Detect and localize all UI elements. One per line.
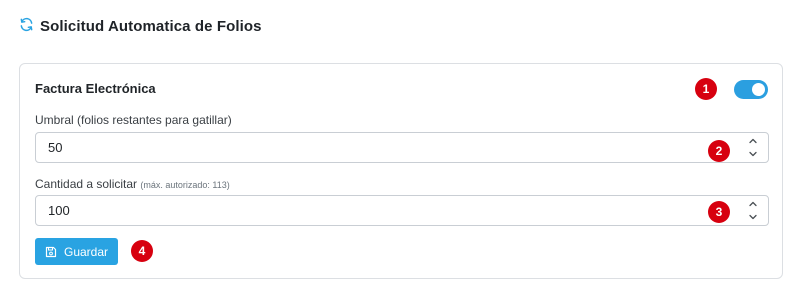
save-button[interactable]: Guardar [35,238,118,265]
step-badge-1: 1 [695,78,717,100]
page-title: Solicitud Automatica de Folios [40,17,262,35]
save-icon [45,246,57,257]
chevron-up-icon[interactable] [748,199,758,209]
step-badge-2: 2 [708,140,730,162]
refresh-icon [20,17,33,31]
save-button-label: Guardar [64,244,109,259]
enable-toggle[interactable] [734,80,768,99]
quantity-label-text: Cantidad a solicitar [35,177,138,191]
quantity-hint: (máx. autorizado: 113) [140,180,230,190]
threshold-input[interactable]: 50 [35,132,769,163]
quantity-label: Cantidad a solicitar (máx. autorizado: 1… [35,177,230,191]
chevron-down-icon[interactable] [748,212,758,222]
quantity-stepper[interactable] [746,199,760,223]
threshold-label: Umbral (folios restantes para gatillar) [35,113,232,127]
toggle-knob [752,83,765,96]
step-badge-3: 3 [708,201,730,223]
chevron-down-icon[interactable] [748,149,758,159]
chevron-up-icon[interactable] [748,136,758,146]
quantity-input[interactable]: 100 [35,195,769,226]
threshold-stepper[interactable] [746,136,760,160]
section-header: Solicitud Automatica de Folios [19,14,262,38]
card-title: Factura Electrónica [35,81,156,96]
step-badge-4: 4 [131,240,153,262]
quantity-value: 100 [48,203,70,218]
threshold-value: 50 [48,140,63,155]
folios-card: Factura Electrónica 1 Umbral (folios res… [19,63,783,279]
